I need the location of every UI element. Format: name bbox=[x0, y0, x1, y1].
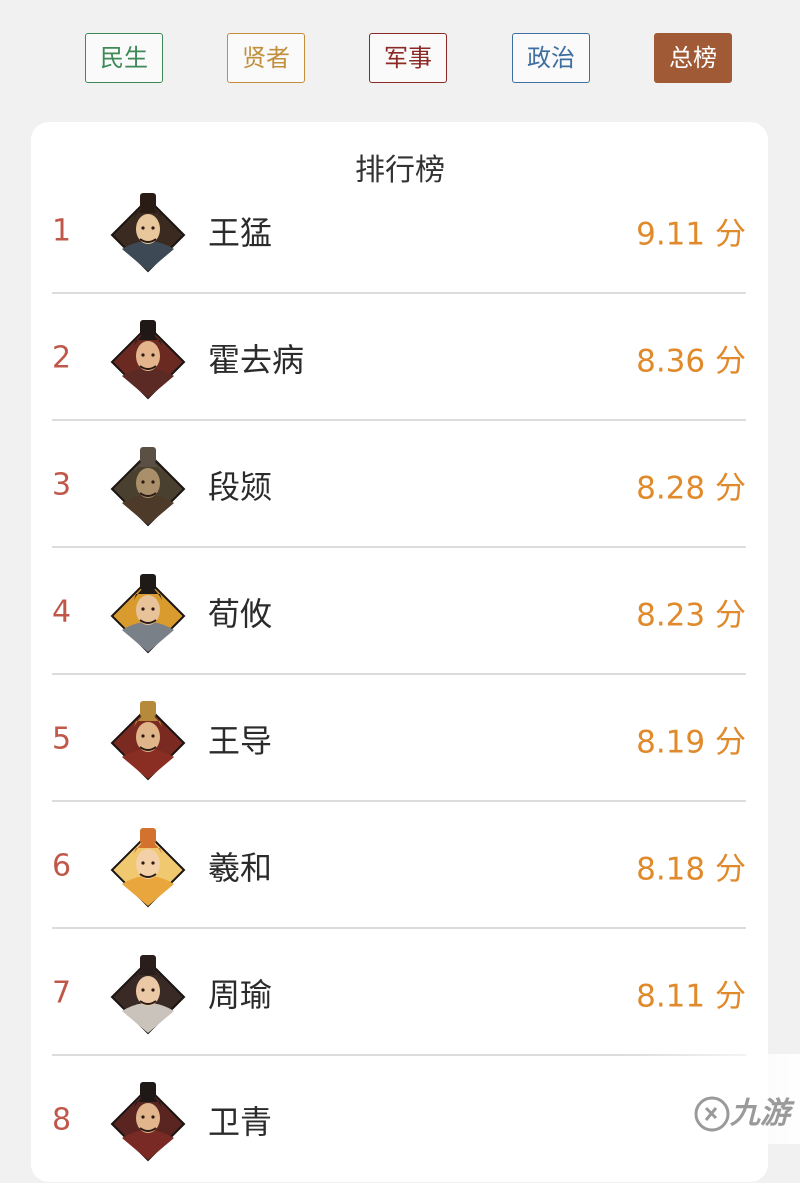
ranking-row[interactable]: 2 霍去病 8.36 分 bbox=[52, 294, 746, 421]
watermark: 九游 bbox=[620, 1054, 800, 1144]
ranking-row[interactable]: 4 荀攸 8.23 分 bbox=[52, 548, 746, 675]
jiuyou-logo-icon bbox=[694, 1096, 730, 1132]
hero-portrait-icon bbox=[110, 443, 186, 527]
hero-portrait-icon bbox=[110, 697, 186, 781]
rank-number: 8 bbox=[52, 1102, 72, 1137]
hero-name: 王猛 bbox=[208, 213, 273, 252]
rank-number: 5 bbox=[52, 721, 72, 756]
hero-name: 霍去病 bbox=[208, 340, 305, 379]
hero-score: 8.23 分 bbox=[636, 597, 746, 633]
hero-score: 8.36 分 bbox=[636, 343, 746, 379]
rank-number: 2 bbox=[52, 340, 72, 375]
tab-minsheng[interactable]: 民生 bbox=[85, 33, 163, 83]
hero-name: 周瑜 bbox=[208, 975, 273, 1014]
hero-score: 8.18 分 bbox=[636, 851, 746, 887]
hero-score: 8.19 分 bbox=[636, 724, 746, 760]
category-tabs: 民生 贤者 军事 政治 总榜 bbox=[0, 0, 800, 120]
tab-xianzhe[interactable]: 贤者 bbox=[227, 33, 305, 83]
hero-name: 荀攸 bbox=[208, 594, 273, 633]
hero-portrait-icon bbox=[110, 189, 186, 273]
tab-zhengzhi[interactable]: 政治 bbox=[512, 33, 590, 83]
rank-number: 6 bbox=[52, 848, 72, 883]
watermark-text: 九游 bbox=[730, 1096, 790, 1131]
tab-junshi[interactable]: 军事 bbox=[369, 33, 447, 83]
hero-portrait-icon bbox=[110, 316, 186, 400]
rank-number: 3 bbox=[52, 467, 72, 502]
hero-score: 8.28 分 bbox=[636, 470, 746, 506]
ranking-row[interactable]: 7 周瑜 8.11 分 bbox=[52, 929, 746, 1056]
rank-number: 4 bbox=[52, 594, 72, 629]
ranking-row[interactable]: 1 王猛 9.11 分 bbox=[52, 167, 746, 294]
hero-name: 段颎 bbox=[208, 467, 273, 506]
rank-number: 1 bbox=[52, 213, 72, 248]
ranking-row[interactable]: 5 王导 8.19 分 bbox=[52, 675, 746, 802]
hero-name: 羲和 bbox=[208, 848, 273, 887]
hero-portrait-icon bbox=[110, 570, 186, 654]
ranking-row[interactable]: 6 羲和 8.18 分 bbox=[52, 802, 746, 929]
rank-number: 7 bbox=[52, 975, 72, 1010]
hero-portrait-icon bbox=[110, 951, 186, 1035]
tab-zongbang[interactable]: 总榜 bbox=[654, 33, 732, 83]
hero-portrait-icon bbox=[110, 1078, 186, 1162]
hero-score: 9.11 分 bbox=[636, 216, 746, 252]
hero-name: 王导 bbox=[208, 721, 273, 760]
hero-name: 卫青 bbox=[208, 1102, 273, 1141]
hero-portrait-icon bbox=[110, 824, 186, 908]
hero-score: 8.11 分 bbox=[636, 978, 746, 1014]
ranking-row[interactable]: 3 段颎 8.28 分 bbox=[52, 421, 746, 548]
